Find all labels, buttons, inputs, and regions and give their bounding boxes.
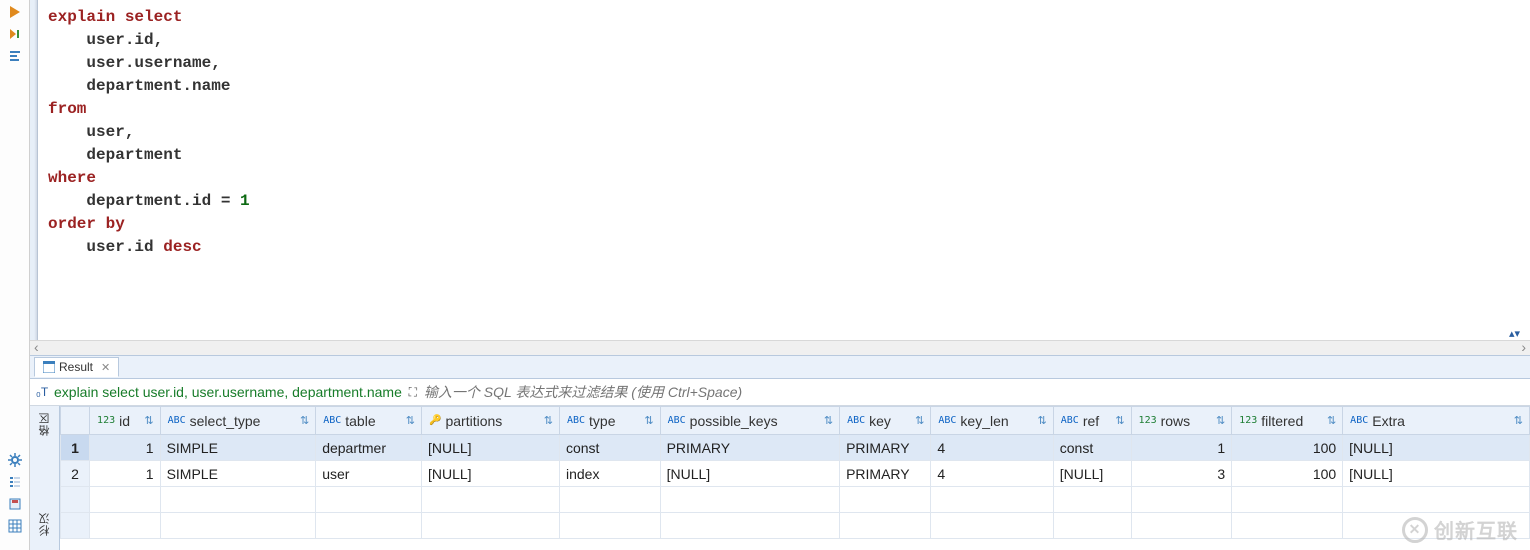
cell-ref[interactable]: const — [1053, 435, 1131, 461]
executed-query-text: explain select user.id, user.username, d… — [54, 384, 404, 400]
watermark: ✕ 创新互联 — [1402, 515, 1518, 544]
column-filter-icon[interactable]: ⇅ — [1514, 414, 1523, 427]
cell-possible_keys[interactable]: PRIMARY — [660, 435, 839, 461]
sql-filter-input[interactable] — [422, 384, 1530, 400]
cell-type[interactable]: index — [559, 461, 660, 487]
row-number[interactable]: 2 — [61, 461, 90, 487]
grid-toolbar-label-2[interactable]: 杉汉 — [37, 512, 53, 536]
query-info-row: ₀T explain select user.id, user.username… — [30, 379, 1530, 406]
table-row[interactable]: 21SIMPLEuser[NULL]index[NULL]PRIMARY4[NU… — [61, 461, 1530, 487]
column-filter-icon[interactable]: ⇅ — [1115, 414, 1124, 427]
column-filter-icon[interactable]: ⇅ — [1327, 414, 1336, 427]
results-tabbar: Result ✕ — [30, 355, 1530, 379]
cell-filtered[interactable]: 100 — [1232, 435, 1343, 461]
cell-rows[interactable]: 1 — [1131, 435, 1232, 461]
column-filter-icon[interactable]: ⇅ — [544, 414, 553, 427]
explain-result-grid[interactable]: 123id⇅ABCselect_type⇅ABCtable⇅🔑partition… — [60, 406, 1530, 550]
settings-icon[interactable] — [7, 452, 23, 468]
save-icon[interactable] — [7, 496, 23, 512]
col-rows[interactable]: 123rows⇅ — [1131, 407, 1232, 435]
close-tab-icon[interactable]: ✕ — [101, 361, 110, 374]
col-partitions[interactable]: 🔑partitions⇅ — [422, 407, 560, 435]
cell-id[interactable]: 1 — [90, 461, 161, 487]
cell-filtered[interactable]: 100 — [1232, 461, 1343, 487]
cell-id[interactable]: 1 — [90, 435, 161, 461]
col-id[interactable]: 123id⇅ — [90, 407, 161, 435]
column-filter-icon[interactable]: ⇅ — [406, 414, 415, 427]
col-Extra[interactable]: ABCExtra⇅ — [1343, 407, 1530, 435]
cell-select_type[interactable]: SIMPLE — [160, 435, 316, 461]
cell-rows[interactable]: 3 — [1131, 461, 1232, 487]
collapse-arrows-icon[interactable]: ▴▾ — [1509, 327, 1520, 340]
column-filter-icon[interactable]: ⇅ — [824, 414, 833, 427]
col-ref[interactable]: ABCref⇅ — [1053, 407, 1131, 435]
cell-select_type[interactable]: SIMPLE — [160, 461, 316, 487]
row-number[interactable]: 1 — [61, 435, 90, 461]
cell-Extra[interactable]: [NULL] — [1343, 435, 1530, 461]
result-tab-label: Result — [59, 360, 93, 374]
empty-row — [61, 487, 1530, 513]
grid-icon[interactable] — [7, 518, 23, 534]
query-source-icon[interactable]: ₀T — [30, 385, 54, 399]
watermark-text: 创新互联 — [1434, 515, 1518, 544]
sql-editor-pane: explain select user.id, user.username, d… — [30, 0, 1530, 355]
column-filter-icon[interactable]: ⇅ — [1216, 414, 1225, 427]
cell-ref[interactable]: [NULL] — [1053, 461, 1131, 487]
col-key[interactable]: ABCkey⇅ — [840, 407, 931, 435]
table-icon — [43, 361, 55, 373]
grid-toolbar-label-1[interactable]: 格区 — [37, 412, 53, 436]
sql-editor[interactable]: explain select user.id, user.username, d… — [38, 0, 1530, 340]
col-key_len[interactable]: ABCkey_len⇅ — [931, 407, 1053, 435]
cell-type[interactable]: const — [559, 435, 660, 461]
editor-vertical-toolbar — [0, 0, 30, 550]
column-filter-icon[interactable]: ⇅ — [915, 414, 924, 427]
cell-possible_keys[interactable]: [NULL] — [660, 461, 839, 487]
row-corner[interactable] — [61, 407, 90, 435]
cell-table[interactable]: user — [316, 461, 422, 487]
empty-row — [61, 513, 1530, 539]
cell-key[interactable]: PRIMARY — [840, 435, 931, 461]
execute-plan-icon[interactable] — [7, 26, 23, 42]
column-filter-icon[interactable]: ⇅ — [300, 414, 309, 427]
grid-vertical-toolbar: 格区 杉汉 — [30, 406, 60, 550]
cell-key_len[interactable]: 4 — [931, 435, 1053, 461]
cell-table[interactable]: departmer — [316, 435, 422, 461]
cell-key_len[interactable]: 4 — [931, 461, 1053, 487]
cell-partitions[interactable]: [NULL] — [422, 461, 560, 487]
col-table[interactable]: ABCtable⇅ — [316, 407, 422, 435]
col-type[interactable]: ABCtype⇅ — [559, 407, 660, 435]
cell-partitions[interactable]: [NULL] — [422, 435, 560, 461]
cell-key[interactable]: PRIMARY — [840, 461, 931, 487]
col-filtered[interactable]: 123filtered⇅ — [1232, 407, 1343, 435]
format-icon[interactable] — [7, 48, 23, 64]
column-filter-icon[interactable]: ⇅ — [144, 414, 153, 427]
column-filter-icon[interactable]: ⇅ — [1038, 414, 1047, 427]
results-grid-container: 格区 杉汉 123id⇅ABCselect_type⇅ABCtable⇅🔑par… — [30, 406, 1530, 550]
column-filter-icon[interactable]: ⇅ — [644, 414, 653, 427]
col-possible_keys[interactable]: ABCpossible_keys⇅ — [660, 407, 839, 435]
cell-Extra[interactable]: [NULL] — [1343, 461, 1530, 487]
col-select_type[interactable]: ABCselect_type⇅ — [160, 407, 316, 435]
editor-h-scrollbar[interactable]: ▴▾ — [30, 340, 1530, 355]
execute-icon[interactable] — [7, 4, 23, 20]
table-row[interactable]: 11SIMPLEdepartmer[NULL]constPRIMARYPRIMA… — [61, 435, 1530, 461]
watermark-ring-icon: ✕ — [1402, 517, 1428, 543]
main-area: explain select user.id, user.username, d… — [30, 0, 1530, 550]
outline-icon[interactable] — [7, 474, 23, 490]
editor-gutter — [30, 0, 38, 340]
result-tab[interactable]: Result ✕ — [34, 357, 119, 377]
expand-panel-icon[interactable]: ⛶ — [404, 385, 422, 400]
